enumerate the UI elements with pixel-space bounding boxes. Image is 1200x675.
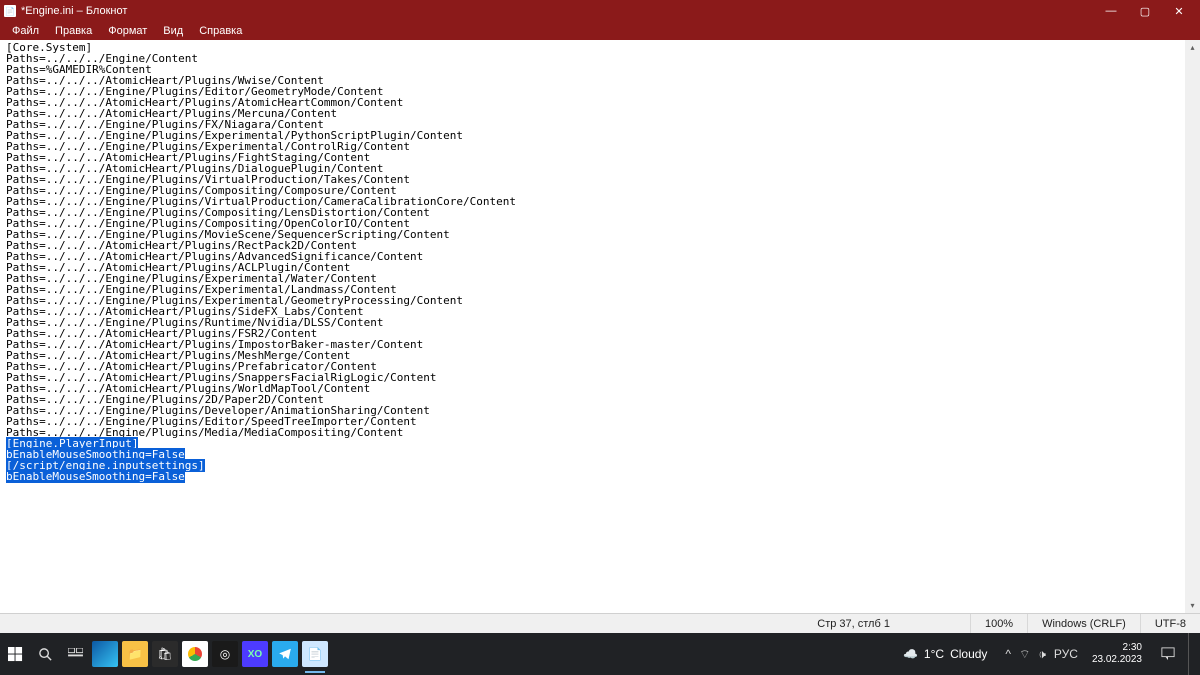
taskbar-right: ☁️ 1°C Cloudy ^ ⌔ 🕩 РУС 2:30 23.02.2023 — [893, 633, 1200, 675]
text-editor[interactable]: [Core.System] Paths=../../../Engine/Cont… — [0, 40, 1185, 613]
maximize-button[interactable]: ▢ — [1128, 1, 1162, 21]
statusbar: Стр 37, стлб 1 100% Windows (CRLF) UTF-8 — [0, 613, 1200, 633]
tray-overflow-icon[interactable]: ^ — [1005, 647, 1011, 661]
status-eol: Windows (CRLF) — [1027, 614, 1140, 633]
editor-plain-text: [Core.System] Paths=../../../Engine/Cont… — [6, 41, 516, 439]
clock-time: 2:30 — [1092, 642, 1142, 654]
editor-selection: [Engine.PlayerInput] bEnableMouseSmoothi… — [6, 437, 205, 483]
taskbar-clock[interactable]: 2:30 23.02.2023 — [1086, 642, 1148, 666]
app-icon: 📄 — [4, 5, 16, 17]
telegram-icon — [278, 647, 292, 661]
taskbar-app-xo[interactable]: XO — [242, 641, 268, 667]
show-desktop-button[interactable] — [1188, 633, 1194, 675]
start-button[interactable] — [0, 633, 30, 675]
menu-view[interactable]: Вид — [157, 24, 189, 38]
status-encoding: UTF-8 — [1140, 614, 1200, 633]
task-view-icon — [68, 648, 83, 661]
taskbar-app-notepad[interactable]: 📄 — [302, 641, 328, 667]
notification-icon — [1161, 647, 1175, 661]
status-position: Стр 37, стлб 1 — [0, 614, 970, 633]
minimize-button[interactable]: — — [1094, 1, 1128, 21]
close-button[interactable]: ✕ — [1162, 1, 1196, 21]
search-icon — [38, 647, 53, 662]
weather-temp: 1°C — [924, 647, 944, 661]
vertical-scrollbar[interactable]: ▴ ▾ — [1185, 40, 1200, 613]
search-button[interactable] — [30, 633, 60, 675]
taskbar-app-telegram[interactable] — [272, 641, 298, 667]
system-tray: ^ ⌔ 🕩 РУС — [1005, 647, 1078, 662]
scroll-down-button[interactable]: ▾ — [1185, 598, 1200, 613]
titlebar[interactable]: 📄 *Engine.ini – Блокнот — ▢ ✕ — [0, 0, 1200, 22]
weather-text: Cloudy — [950, 647, 987, 661]
taskbar-app-edge[interactable] — [92, 641, 118, 667]
taskbar-app-store[interactable]: 🛍 — [152, 641, 178, 667]
menu-help[interactable]: Справка — [193, 24, 248, 38]
windows-icon — [8, 647, 23, 662]
tray-language[interactable]: РУС — [1054, 647, 1078, 661]
task-view-button[interactable] — [60, 633, 90, 675]
taskbar: 📁 🛍 ◎ XO 📄 ☁️ 1°C Cloudy ^ ⌔ 🕩 РУС 2:30 … — [0, 633, 1200, 675]
taskbar-app-chrome[interactable] — [182, 641, 208, 667]
taskbar-app-explorer[interactable]: 📁 — [122, 641, 148, 667]
taskbar-app-generic1[interactable]: ◎ — [212, 641, 238, 667]
clock-date: 23.02.2023 — [1092, 654, 1142, 666]
notepad-window: 📄 *Engine.ini – Блокнот — ▢ ✕ Файл Правк… — [0, 0, 1200, 633]
action-center-button[interactable] — [1156, 633, 1180, 675]
weather-widget[interactable]: ☁️ 1°C Cloudy — [893, 647, 997, 661]
menu-edit[interactable]: Правка — [49, 24, 98, 38]
menu-file[interactable]: Файл — [6, 24, 45, 38]
tray-volume-icon[interactable]: 🕩 — [1038, 647, 1046, 662]
editor-area: [Core.System] Paths=../../../Engine/Cont… — [0, 40, 1200, 613]
menu-format[interactable]: Формат — [102, 24, 153, 38]
tray-network-icon[interactable]: ⌔ — [1019, 647, 1030, 662]
scroll-up-button[interactable]: ▴ — [1185, 40, 1200, 55]
taskbar-left: 📁 🛍 ◎ XO 📄 — [0, 633, 330, 675]
menubar: Файл Правка Формат Вид Справка — [0, 22, 1200, 40]
weather-icon: ☁️ — [903, 647, 918, 661]
status-zoom: 100% — [970, 614, 1027, 633]
window-title: *Engine.ini – Блокнот — [21, 5, 1094, 17]
